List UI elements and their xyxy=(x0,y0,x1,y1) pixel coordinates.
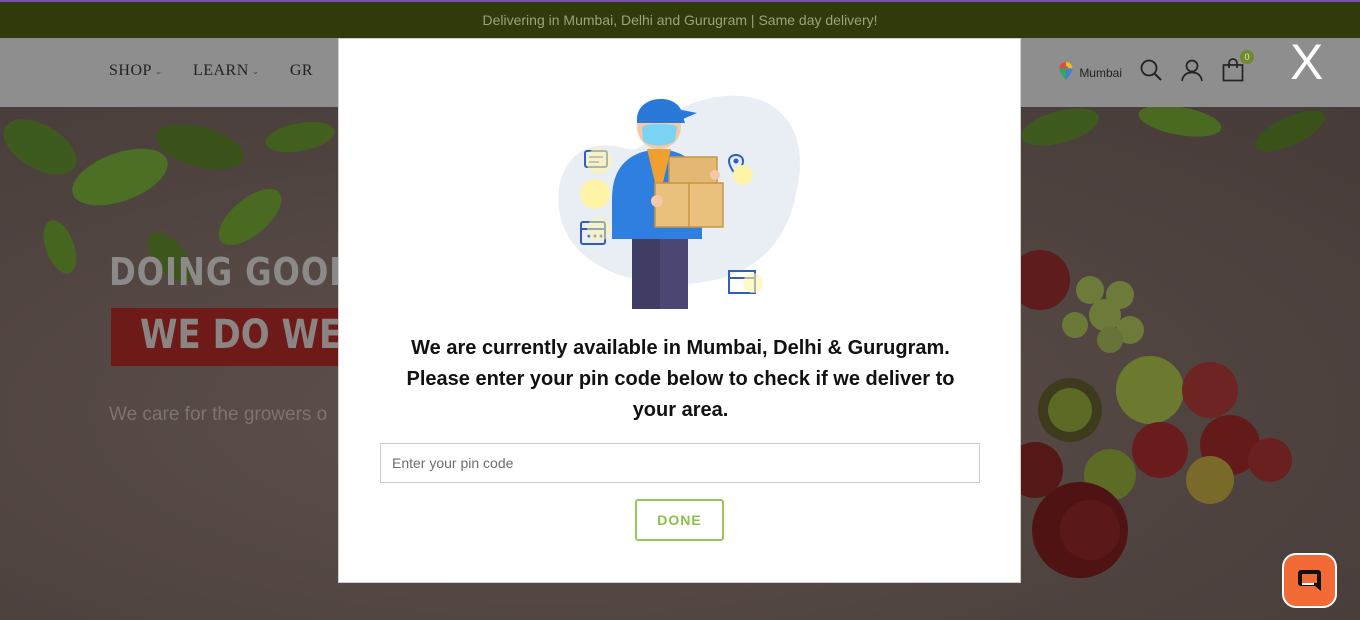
pincode-input[interactable] xyxy=(380,443,980,483)
nav-item-gr[interactable]: GR xyxy=(290,62,313,80)
cart-count-badge: 0 xyxy=(1240,50,1254,64)
main-nav: SHOP ⌄ LEARN ⌄ GR xyxy=(109,62,313,80)
announcement-text: Delivering in Mumbai, Delhi and Gurugram… xyxy=(482,12,878,28)
chevron-down-icon: ⌄ xyxy=(154,65,163,76)
nav-item-label: GR xyxy=(289,62,314,79)
chevron-down-icon: ⌄ xyxy=(251,65,260,76)
leaves-right-decoration xyxy=(1021,107,1325,152)
user-icon[interactable] xyxy=(1180,58,1204,87)
fruit-pile-image xyxy=(1020,250,1292,578)
message-line-3: your area. xyxy=(632,399,729,421)
shopping-bag-icon xyxy=(1222,58,1244,86)
announcement-bar: Delivering in Mumbai, Delhi and Gurugram… xyxy=(0,0,1360,38)
location-label: Mumbai xyxy=(1079,65,1122,80)
done-button[interactable]: DONE xyxy=(635,499,724,541)
hero-subtitle: We care for the growers o xyxy=(109,404,328,425)
map-pin-icon xyxy=(1059,62,1073,83)
message-line-1: We are currently available in Mumbai, De… xyxy=(411,337,950,359)
nav-item-shop[interactable]: SHOP ⌄ xyxy=(109,62,163,80)
nav-item-label: LEARN xyxy=(192,62,249,79)
search-icon[interactable] xyxy=(1140,59,1162,86)
cart-button[interactable]: 0 xyxy=(1222,50,1254,87)
chat-widget-button[interactable] xyxy=(1282,553,1337,608)
message-line-2: Please enter your pin code below to chec… xyxy=(406,368,955,390)
nav-item-learn[interactable]: LEARN ⌄ xyxy=(193,62,260,80)
nav-item-label: SHOP xyxy=(109,62,152,79)
header-actions: Mumbai 0 xyxy=(1059,50,1254,87)
pincode-modal: We are currently available in Mumbai, De… xyxy=(338,38,1021,583)
availability-message: We are currently available in Mumbai, De… xyxy=(379,333,982,426)
close-modal-button[interactable]: X xyxy=(1290,36,1323,88)
delivery-person-illustration xyxy=(558,95,800,309)
chat-bubble-icon xyxy=(1284,570,1335,610)
location-selector[interactable]: Mumbai xyxy=(1059,62,1122,83)
